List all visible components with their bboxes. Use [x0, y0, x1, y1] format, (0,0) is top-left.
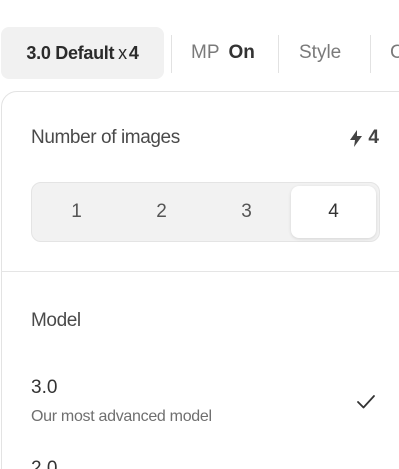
image-count-option[interactable]: 2	[119, 186, 204, 238]
image-count-selector: 1 2 3 4	[31, 182, 380, 242]
model-section-title: Model	[31, 310, 81, 331]
credit-count: 4	[368, 127, 379, 148]
number-of-images-title: Number of images	[31, 127, 180, 148]
top-toolbar: 3.0 Default x 4 MP On Style C	[0, 0, 399, 92]
next-toolbar-label: C	[390, 42, 399, 63]
generation-settings-button[interactable]: 3.0 Default x 4	[1, 27, 164, 79]
magic-prompt-toggle[interactable]: MP On	[191, 27, 255, 79]
magic-prompt-value: On	[228, 42, 255, 63]
image-count-option-selected[interactable]: 4	[291, 186, 376, 238]
model-option-name: 3.0	[31, 377, 58, 398]
model-option-description: Our most advanced model	[31, 408, 212, 425]
preset-label: Default	[55, 42, 115, 63]
style-label: Style	[299, 42, 342, 63]
image-count-label: 4	[128, 42, 139, 63]
section-divider	[1, 271, 399, 272]
magic-prompt-label: MP	[191, 42, 220, 63]
version-label: 3.0	[26, 42, 51, 63]
toolbar-divider	[171, 35, 172, 73]
credit-cost: 4	[350, 127, 379, 149]
toolbar-divider	[370, 35, 371, 73]
model-option-name: 2.0	[31, 458, 58, 469]
image-count-option[interactable]: 3	[204, 186, 289, 238]
lightning-icon	[350, 129, 363, 147]
image-count-option[interactable]: 1	[34, 186, 119, 238]
multiply-label: x	[118, 42, 127, 63]
next-toolbar-item[interactable]: C	[390, 27, 399, 79]
toolbar-divider	[278, 35, 279, 73]
check-icon	[357, 395, 375, 409]
style-button[interactable]: Style	[299, 27, 341, 79]
